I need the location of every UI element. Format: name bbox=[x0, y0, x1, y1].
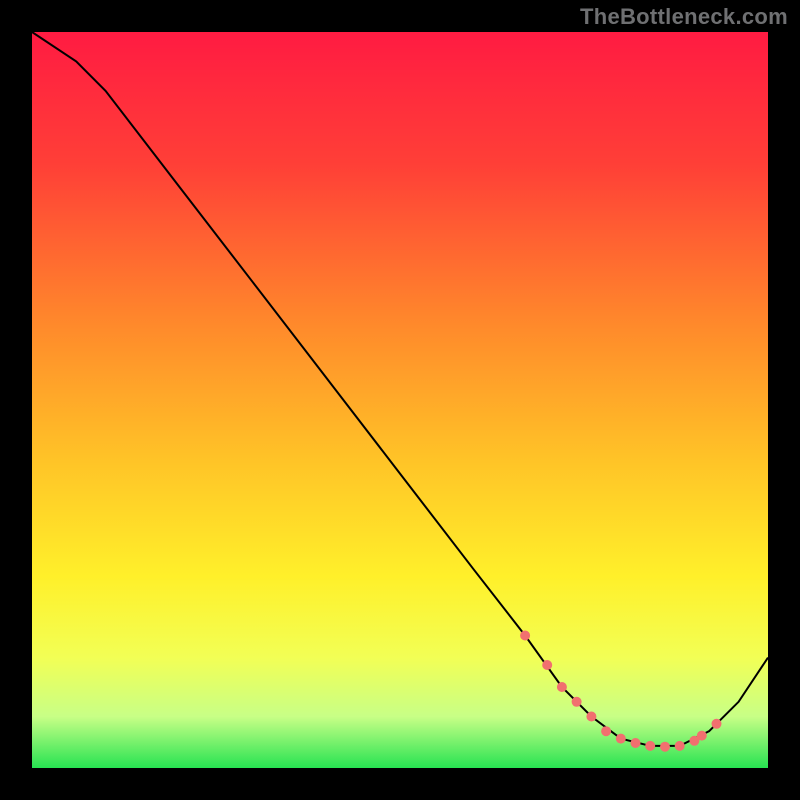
curve-dot bbox=[631, 738, 641, 748]
chart-frame: TheBottleneck.com bbox=[0, 0, 800, 800]
chart-svg bbox=[32, 32, 768, 768]
curve-dot bbox=[712, 719, 722, 729]
curve-dot bbox=[542, 660, 552, 670]
curve-dot bbox=[572, 697, 582, 707]
watermark-text: TheBottleneck.com bbox=[580, 4, 788, 30]
curve-dot bbox=[675, 741, 685, 751]
curve-dot bbox=[601, 726, 611, 736]
chart-plot-area bbox=[32, 32, 768, 768]
curve-dot bbox=[697, 731, 707, 741]
curve-dot bbox=[645, 741, 655, 751]
curve-dot bbox=[520, 631, 530, 641]
curve-dot bbox=[616, 734, 626, 744]
curve-dot bbox=[660, 742, 670, 752]
gradient-background bbox=[32, 32, 768, 768]
curve-dot bbox=[557, 682, 567, 692]
curve-dot bbox=[586, 712, 596, 722]
